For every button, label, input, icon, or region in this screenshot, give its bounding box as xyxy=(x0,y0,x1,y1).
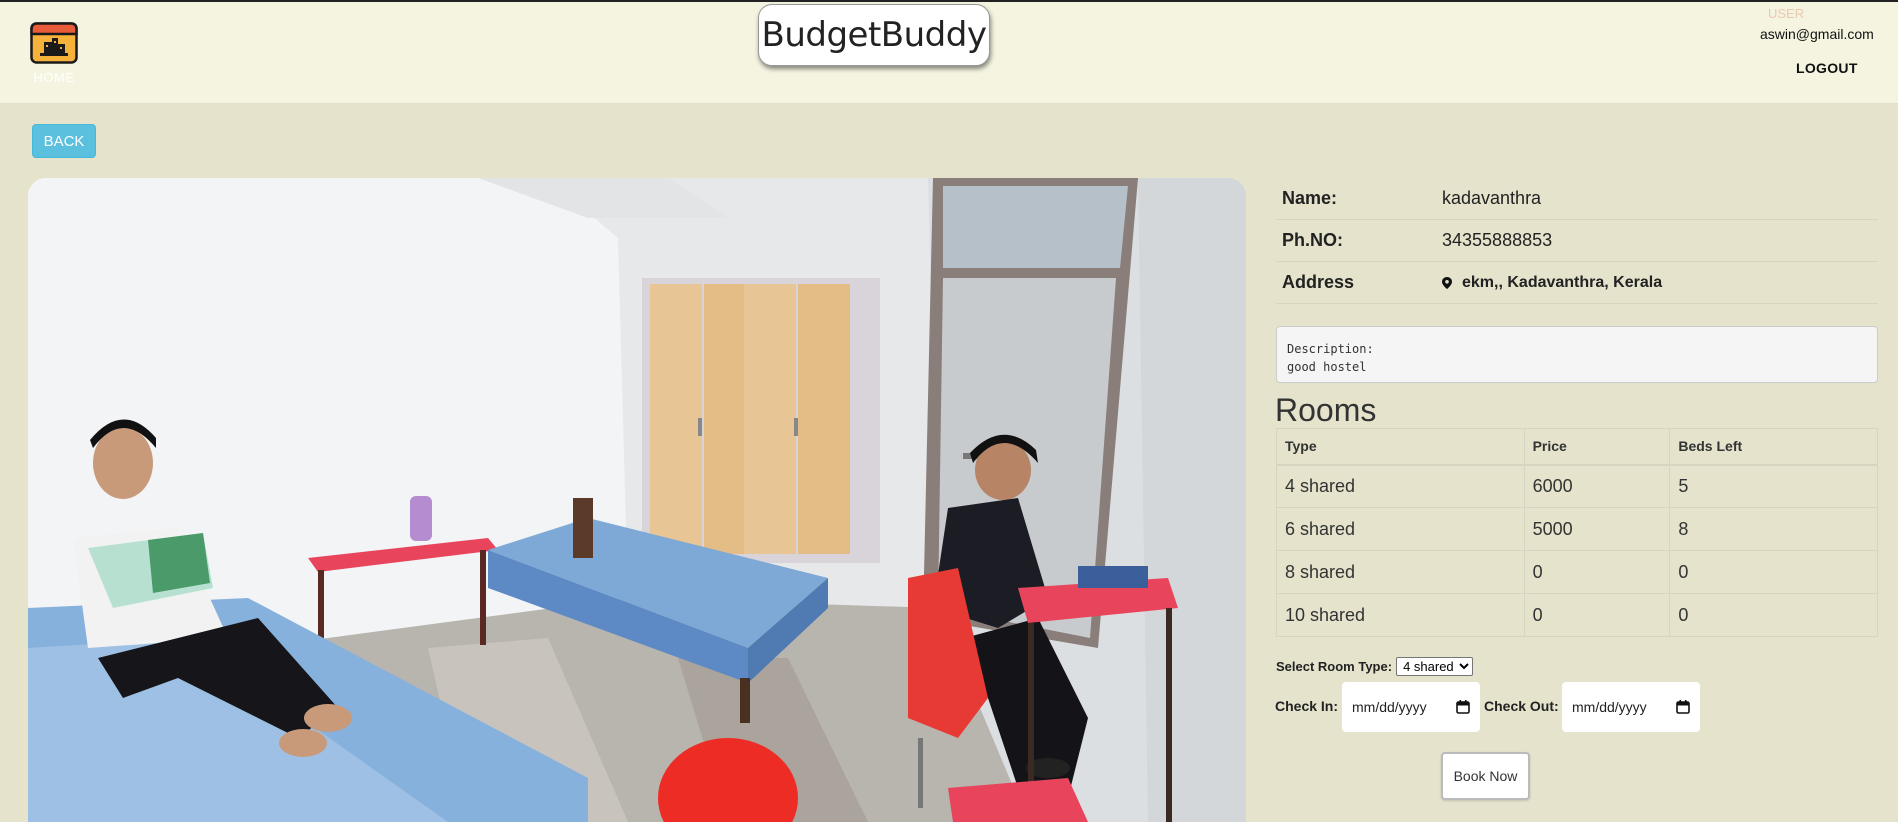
room-beds-left: 0 xyxy=(1669,550,1878,594)
rooms-title: Rooms xyxy=(1275,392,1377,428)
room-type: 10 shared xyxy=(1276,593,1525,637)
room-type: 4 shared xyxy=(1276,464,1525,508)
room-type-select-label: Select Room Type: xyxy=(1276,659,1393,674)
home-label[interactable]: HOME xyxy=(30,70,78,85)
rooms-table: Type Price Beds Left 4 shared 6000 5 6 s… xyxy=(1276,428,1878,637)
table-row: 4 shared 6000 5 xyxy=(1276,464,1878,508)
room-type-select-row: Select Room Type: 4 shared xyxy=(1276,657,1474,676)
room-photo-image xyxy=(28,178,1246,822)
col-beds-left: Beds Left xyxy=(1669,428,1878,466)
user-email: aswin@gmail.com xyxy=(1760,26,1874,42)
navbar: HOME BudgetBuddy USER aswin@gmail.com LO… xyxy=(0,2,1898,104)
table-row: 6 shared 5000 8 xyxy=(1276,507,1878,551)
hostel-room-photo xyxy=(28,178,1246,822)
room-price: 6000 xyxy=(1523,464,1671,508)
checkout-placeholder: mm/dd/yyyy xyxy=(1572,699,1647,715)
brand-logo: BudgetBuddy xyxy=(758,4,990,66)
room-beds-left: 0 xyxy=(1669,593,1878,637)
hostel-address: ekm,, Kadavanthra, Kerala xyxy=(1462,273,1663,291)
room-type-select[interactable]: 4 shared xyxy=(1396,657,1474,676)
home-link[interactable]: HOME xyxy=(30,22,78,85)
room-beds-left: 5 xyxy=(1669,464,1878,508)
description-box: Description: good hostel xyxy=(1276,326,1878,383)
description-text: good hostel xyxy=(1287,360,1367,374)
col-price: Price xyxy=(1523,428,1671,466)
room-price: 0 xyxy=(1523,550,1671,594)
checkin-placeholder: mm/dd/yyyy xyxy=(1352,699,1427,715)
room-beds-left: 8 xyxy=(1669,507,1878,551)
room-type: 6 shared xyxy=(1276,507,1525,551)
address-key: Address xyxy=(1282,272,1355,292)
table-row: 10 shared 0 0 xyxy=(1276,593,1878,637)
room-price: 5000 xyxy=(1523,507,1671,551)
calendar-icon[interactable] xyxy=(1456,700,1470,714)
address-value-wrap: ekm,, Kadavanthra, Kerala xyxy=(1442,274,1662,292)
rooms-table-header: Type Price Beds Left xyxy=(1276,428,1878,466)
checkin-label: Check In: xyxy=(1275,698,1339,714)
logout-link[interactable]: LOGOUT xyxy=(1796,60,1858,76)
checkout-date-input[interactable]: mm/dd/yyyy xyxy=(1562,682,1700,732)
book-now-button[interactable]: Book Now xyxy=(1441,752,1530,800)
map-pin-icon xyxy=(1442,276,1452,289)
description-label: Description: xyxy=(1287,342,1374,356)
user-info: USER aswin@gmail.com xyxy=(1760,6,1898,42)
calendar-icon[interactable] xyxy=(1676,700,1690,714)
hostel-name: kadavanthra xyxy=(1442,188,1542,208)
room-type: 8 shared xyxy=(1276,550,1525,594)
user-label: USER xyxy=(1768,6,1805,21)
name-row: Name: kadavanthra xyxy=(1276,178,1878,220)
phone-key: Ph.NO: xyxy=(1282,230,1343,250)
checkout-label: Check Out: xyxy=(1484,698,1559,714)
home-icon xyxy=(30,22,78,64)
phone-row: Ph.NO: 34355888853 xyxy=(1276,220,1878,262)
address-row: Address ekm,, Kadavanthra, Kerala xyxy=(1276,262,1878,304)
table-row: 8 shared 0 0 xyxy=(1276,550,1878,594)
back-button[interactable]: BACK xyxy=(32,124,96,158)
hostel-phone: 34355888853 xyxy=(1442,230,1553,250)
col-type: Type xyxy=(1276,428,1525,466)
name-key: Name: xyxy=(1282,188,1338,208)
room-price: 0 xyxy=(1523,593,1671,637)
checkin-date-input[interactable]: mm/dd/yyyy xyxy=(1342,682,1480,732)
